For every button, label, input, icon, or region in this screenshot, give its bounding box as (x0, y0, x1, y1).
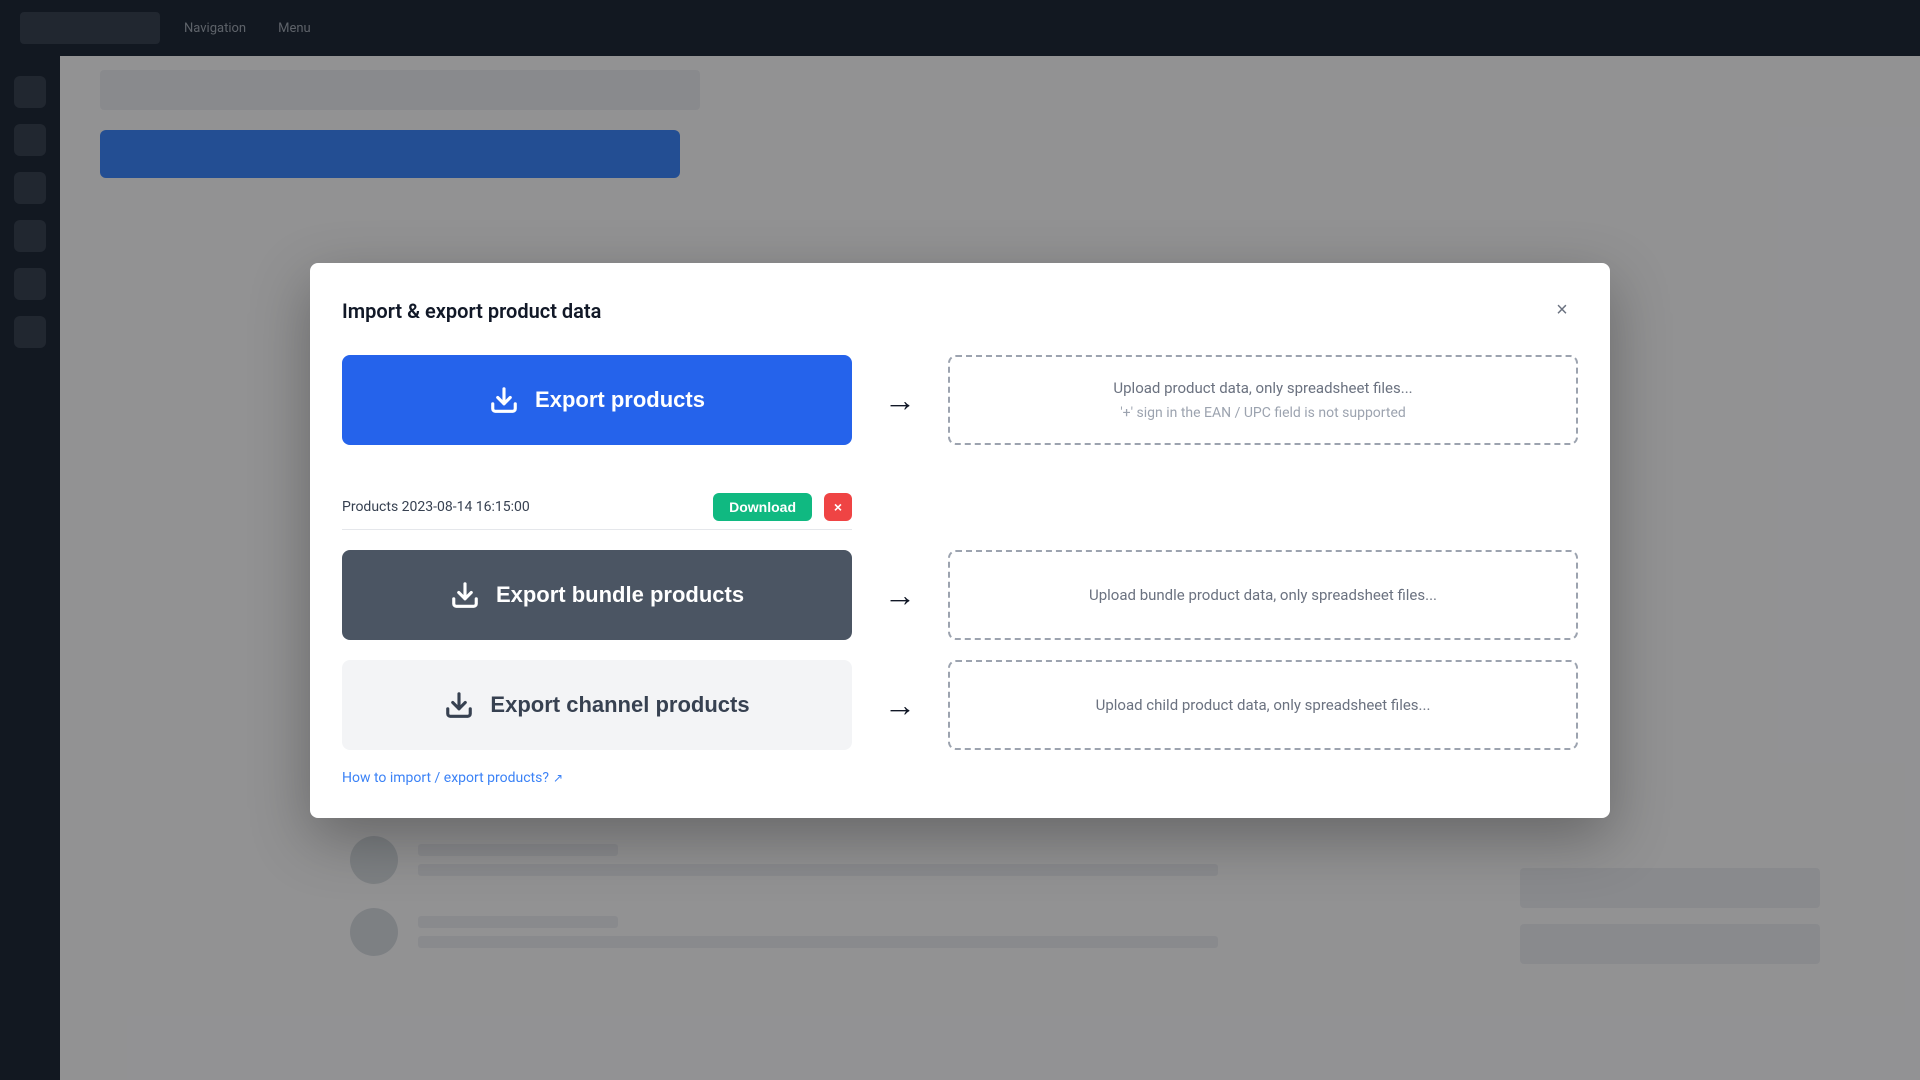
external-link-icon: ↗ (553, 771, 563, 785)
modal-dialog: Import & export product data × Export pr… (310, 263, 1610, 818)
upload-channel-area[interactable]: Upload child product data, only spreadsh… (948, 660, 1578, 750)
download-row: Products 2023-08-14 16:15:00 Download × (342, 485, 852, 530)
download-icon (489, 385, 519, 415)
upload-products-text-2: '+' sign in the EAN / UPC field is not s… (1120, 405, 1406, 421)
export-products-label: Export products (535, 387, 705, 413)
modal-overlay: Import & export product data × Export pr… (0, 0, 1920, 1080)
upload-bundle-area[interactable]: Upload bundle product data, only spreads… (948, 550, 1578, 640)
help-link-text: How to import / export products? (342, 770, 549, 786)
download-bundle-icon (450, 580, 480, 610)
export-products-button[interactable]: Export products (342, 355, 852, 445)
export-bundle-label: Export bundle products (496, 582, 744, 608)
arrow-2: → (884, 576, 916, 614)
modal-header: Import & export product data × (342, 295, 1578, 327)
export-products-row: Export products → Upload product data, o… (342, 355, 1578, 445)
modal-title: Import & export product data (342, 299, 601, 323)
export-bundle-section: Export bundle products → Upload bundle p… (342, 550, 1578, 640)
export-bundle-button[interactable]: Export bundle products (342, 550, 852, 640)
upload-channel-text: Upload child product data, only spreadsh… (1096, 696, 1431, 714)
upload-products-text-1: Upload product data, only spreadsheet fi… (1113, 379, 1412, 397)
export-channel-label: Export channel products (490, 692, 749, 718)
modal-close-button[interactable]: × (1546, 295, 1578, 327)
upload-bundle-text: Upload bundle product data, only spreads… (1089, 586, 1437, 604)
download-filename: Products 2023-08-14 16:15:00 (342, 499, 701, 515)
help-link[interactable]: How to import / export products? ↗ (342, 770, 1578, 786)
export-channel-section: Export channel products → Upload child p… (342, 660, 1578, 750)
export-channel-button[interactable]: Export channel products (342, 660, 852, 750)
delete-export-button[interactable]: × (824, 493, 852, 521)
upload-products-area[interactable]: Upload product data, only spreadsheet fi… (948, 355, 1578, 445)
arrow-3: → (884, 686, 916, 724)
arrow-1: → (884, 381, 916, 419)
download-channel-icon (444, 690, 474, 720)
export-products-section: Export products → Upload product data, o… (342, 355, 1578, 530)
download-button[interactable]: Download (713, 493, 812, 521)
